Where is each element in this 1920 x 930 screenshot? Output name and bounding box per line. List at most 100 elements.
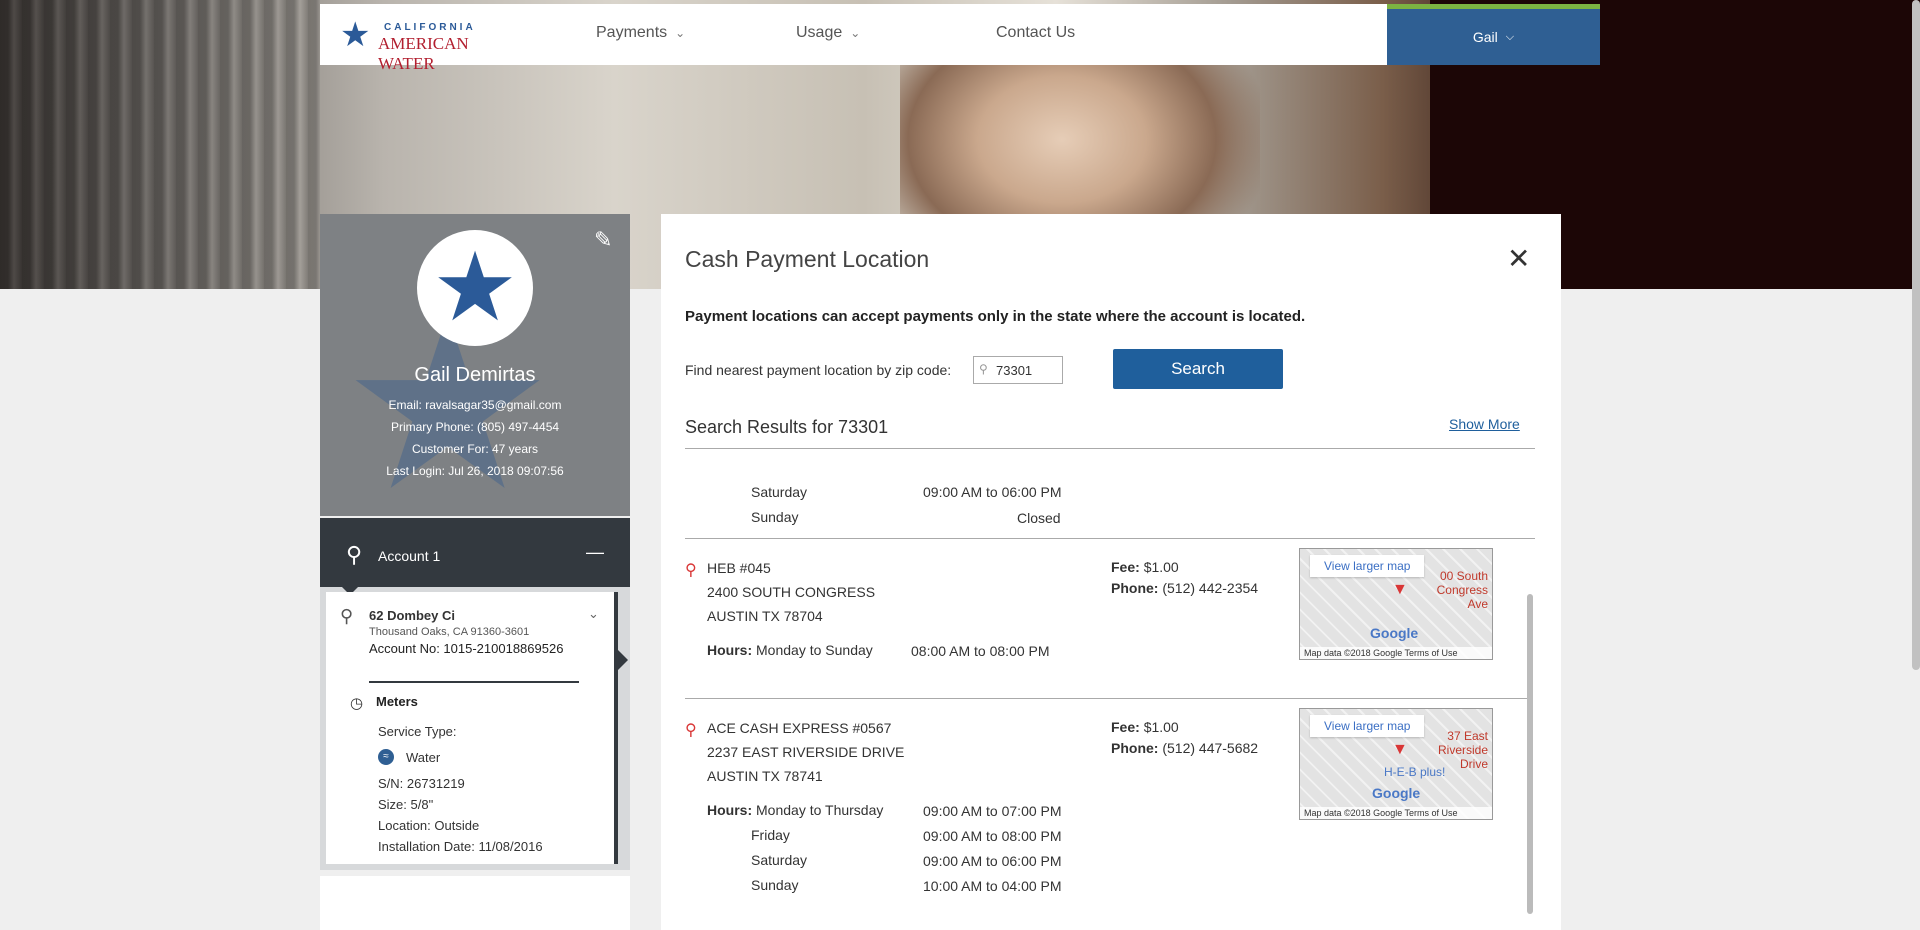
chevron-down-icon[interactable]: ⌄ [588,606,599,622]
location-address1: 2237 EAST RIVERSIDE DRIVE [707,744,905,760]
profile-phone: Primary Phone: (805) 497-4454 [390,420,560,434]
user-name: Gail [1472,29,1498,45]
account-street: 62 Dombey Ci [369,608,455,623]
meter-size: Size: 5/8" [378,797,434,812]
fee-label: Fee: [1111,719,1140,735]
search-button[interactable]: Search [1113,349,1283,389]
location-pin-icon: ⚲ [340,606,354,626]
account-pointer-arrow [618,650,628,670]
results-list[interactable]: Saturday 09:00 AM to 06:00 PM Sunday Clo… [685,472,1535,930]
phone-label: Phone: [1111,580,1159,596]
hours-day: Saturday [751,852,808,868]
phone-value: (512) 442-2354 [1162,580,1259,596]
view-larger-map-link[interactable]: View larger map [1310,715,1425,737]
results-scrollbar[interactable] [1527,594,1533,914]
fee-value: $1.00 [1143,559,1179,575]
cash-payment-modal: Cash Payment Location ✕ Payment location… [661,214,1561,930]
location-pin-icon: ⚲ [346,542,363,567]
results-title: Search Results for 73301 [685,417,889,437]
row-divider [685,698,1528,699]
hours-day: Monday to Sunday [756,642,873,658]
profile-customer-for: Customer For: 47 years [411,442,539,456]
gauge-icon: ◷ [350,695,364,712]
fee-value: $1.00 [1143,719,1179,735]
modal-title: Cash Payment Location [685,246,930,272]
nav-item-usage[interactable]: Usage ⌄ [796,24,860,42]
hours-row: Hours: Monday to Thursday [707,802,883,818]
location-name: HEB #045 [707,560,771,576]
logo-top-text: CALIFORNIA [384,22,476,33]
hours-time: 08:00 AM to 08:00 PM [911,643,1050,659]
meter-install-date: Installation Date: 11/08/2016 [378,839,543,854]
location-name: ACE CASH EXPRESS #0567 [707,720,892,736]
profile-last-login: Last Login: Jul 26, 2018 09:07:56 [386,464,564,478]
profile-email: Email: ravalsagar35@gmail.com [388,398,562,412]
meters-title: Meters [376,694,418,709]
hours-day: Saturday [751,484,808,500]
hours-row: Hours: Monday to Sunday [707,642,873,658]
search-icon: ⚲ [979,362,988,376]
account-selected-bar [614,592,618,864]
location-map[interactable]: View larger map 00 South Congress Ave ▼ … [1299,548,1493,660]
service-type-label: Service Type: [378,724,457,739]
phone-row: Phone: (512) 442-2354 [1111,580,1258,596]
show-more-link[interactable]: Show More [1449,416,1520,432]
meter-location: Location: Outside [378,818,480,833]
page-scrollbar[interactable] [1912,0,1920,670]
location-address2: AUSTIN TX 78704 [707,608,823,624]
hours-label: Hours: [707,642,753,658]
map-street-label: 00 South Congress Ave [1436,569,1488,611]
results-divider [685,448,1535,449]
google-logo: Google [1372,785,1421,801]
collapse-icon[interactable]: — [586,542,604,563]
water-icon: ≈ [378,749,394,765]
edit-icon[interactable]: ✎ [594,228,618,252]
hours-day: Sunday [751,877,799,893]
chevron-down-icon: ⌵ [1505,30,1515,43]
brand-logo[interactable]: ★ CALIFORNIA AMERICAN WATER [340,16,520,73]
fee-row: Fee: $1.00 [1111,559,1179,575]
hours-time: 09:00 AM to 07:00 PM [923,803,1062,819]
account-header[interactable]: ⚲ Account 1 — [320,518,630,587]
account-card: ⚲ 62 Dombey Ci Thousand Oaks, CA 91360-3… [326,592,618,864]
phone-row: Phone: (512) 447-5682 [1111,740,1258,756]
chevron-down-icon: ⌄ [675,26,686,40]
hours-day: Sunday [751,509,799,525]
location-map[interactable]: View larger map 37 East Riverside Drive … [1299,708,1493,820]
google-logo: Google [1370,625,1419,641]
map-marker-icon: ▼ [1392,581,1408,598]
hero-curtain [0,0,320,289]
map-footer: Map data ©2018 Google Terms of Use [1300,807,1492,819]
phone-label: Phone: [1111,740,1159,756]
location-address2: AUSTIN TX 78741 [707,768,823,784]
clipped-text [751,472,754,478]
hours-time: 09:00 AM to 06:00 PM [923,853,1062,869]
phone-value: (512) 447-5682 [1162,740,1259,756]
star-icon: ★ [431,234,519,341]
modal-notice: Payment locations can accept payments on… [685,308,1306,325]
star-logo-icon: ★ [340,16,371,54]
avatar: ★ [417,230,533,346]
row-divider [685,538,1535,539]
zip-label: Find nearest payment location by zip cod… [685,362,952,378]
view-larger-map-link[interactable]: View larger map [1310,555,1425,577]
hours-time: 10:00 AM to 04:00 PM [923,878,1062,894]
profile-name: Gail Demirtas [414,364,536,386]
fee-row: Fee: $1.00 [1111,719,1179,735]
nav-item-label: Payments [596,24,668,41]
hours-label: Hours: [707,802,753,818]
nav-item-payments[interactable]: Payments ⌄ [596,24,685,42]
user-menu-button[interactable]: Gail ⌵ [1387,4,1600,65]
location-pin-icon: ⚲ [685,722,697,739]
logo-bottom-text: AMERICAN WATER [378,34,469,73]
lower-panel [320,876,630,930]
account-number: Account No: 1015-210018869526 [369,641,564,656]
meter-serial: S/N: 26731219 [378,776,465,791]
hours-day: Monday to Thursday [756,802,884,818]
chevron-down-icon: ⌄ [850,26,861,40]
location-pin-icon: ⚲ [685,562,697,579]
divider [369,681,579,683]
account-title: Account 1 [378,548,441,564]
nav-item-contact[interactable]: Contact Us [996,24,1075,42]
close-icon[interactable]: ✕ [1507,242,1530,275]
